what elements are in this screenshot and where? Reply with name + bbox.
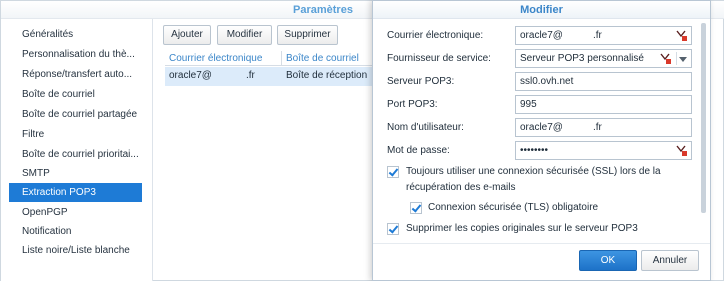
delete-button[interactable]: Supprimer bbox=[277, 25, 338, 45]
email-field-value: oracle7@ bbox=[520, 30, 563, 41]
checkmark-icon bbox=[388, 223, 399, 234]
sidebar-item-reponse-transfert[interactable]: Réponse/transfert auto... bbox=[9, 65, 142, 84]
provider-select-value: Serveur POP3 personnalisé bbox=[520, 53, 644, 64]
pop3-server-field[interactable]: ssl0.ovh.net bbox=[515, 72, 692, 91]
pop3-port-field[interactable]: 995 bbox=[515, 95, 692, 114]
edit-button[interactable]: Modifier bbox=[217, 25, 272, 45]
dialog-title: Modifier bbox=[520, 4, 563, 16]
edit-dialog: Modifier Courrier électronique: oracle7@… bbox=[372, 0, 711, 281]
row-email: oracle7@ .fr bbox=[169, 70, 255, 81]
row-mailbox: Boîte de réception bbox=[286, 70, 368, 81]
email-field-suffix: .fr bbox=[592, 30, 602, 41]
provider-label: Fournisseur de service: bbox=[387, 53, 491, 64]
pop3-port-value: 995 bbox=[520, 99, 537, 110]
delete-originals-checkbox[interactable] bbox=[387, 223, 399, 235]
password-field[interactable]: •••••••• bbox=[515, 141, 692, 160]
username-suffix: .fr bbox=[592, 122, 602, 133]
tls-label: Connexion sécurisée (TLS) obligatoire bbox=[428, 202, 599, 213]
email-field[interactable]: oracle7@ .fr bbox=[515, 26, 692, 45]
provider-select[interactable]: Serveur POP3 personnalisé bbox=[515, 49, 692, 68]
column-header-mailbox[interactable]: Boîte de courriel bbox=[286, 53, 359, 64]
dialog-titlebar: Modifier bbox=[373, 1, 710, 19]
table-row[interactable]: oracle7@ .fr Boîte de réception bbox=[165, 67, 380, 86]
server-label: Serveur POP3: bbox=[387, 76, 455, 87]
checkmark-icon bbox=[388, 166, 399, 177]
delete-originals-label: Supprimer les copies originales sur le s… bbox=[406, 223, 638, 234]
row-email-local: oracle7@ bbox=[169, 70, 212, 81]
settings-sidebar: Généralités Personnalisation du thè... R… bbox=[1, 19, 153, 281]
row-email-suffix: .fr bbox=[245, 70, 255, 81]
grid-header: Courrier électronique Boîte de courriel bbox=[165, 50, 380, 66]
cancel-button[interactable]: Annuler bbox=[641, 250, 699, 271]
dialog-footer-divider bbox=[373, 243, 710, 244]
settings-title: Paramètres bbox=[293, 4, 353, 16]
dialog-scrollbar[interactable] bbox=[701, 23, 706, 213]
checkmark-icon bbox=[411, 202, 422, 213]
pop3-server-value: ssl0.ovh.net bbox=[520, 76, 574, 87]
chevron-down-icon[interactable] bbox=[679, 57, 687, 62]
sidebar-item-boite-courriel[interactable]: Boîte de courriel bbox=[9, 85, 142, 104]
sidebar-item-filtre[interactable]: Filtre bbox=[9, 125, 142, 144]
username-value: oracle7@ bbox=[520, 122, 563, 133]
username-label: Nom d'utilisateur: bbox=[387, 122, 464, 133]
column-separator bbox=[281, 51, 282, 65]
sidebar-item-personnalisation[interactable]: Personnalisation du thè... bbox=[9, 45, 142, 64]
sidebar-item-generalites[interactable]: Généralités bbox=[9, 25, 142, 44]
sidebar-item-smtp[interactable]: SMTP bbox=[9, 164, 142, 183]
add-button[interactable]: Ajouter bbox=[163, 25, 211, 45]
password-label: Mot de passe: bbox=[387, 145, 450, 156]
ok-button[interactable]: OK bbox=[579, 250, 637, 271]
password-value: •••••••• bbox=[520, 145, 549, 156]
port-label: Port POP3: bbox=[387, 99, 438, 110]
tls-checkbox[interactable] bbox=[410, 202, 422, 214]
key-icon[interactable] bbox=[676, 30, 687, 41]
email-label: Courrier électronique: bbox=[387, 30, 484, 41]
sidebar-item-notification[interactable]: Notification bbox=[9, 222, 142, 241]
sidebar-item-extraction-pop3[interactable]: Extraction POP3 bbox=[9, 183, 142, 202]
sidebar-item-openpgp[interactable]: OpenPGP bbox=[9, 203, 142, 222]
ssl-label-line2: récupération des e-mails bbox=[406, 182, 516, 193]
key-icon bbox=[660, 53, 671, 64]
sidebar-item-liste-noire-blanche[interactable]: Liste noire/Liste blanche bbox=[9, 241, 142, 260]
ssl-checkbox[interactable] bbox=[387, 166, 399, 178]
sidebar-item-boite-partagee[interactable]: Boîte de courriel partagée bbox=[9, 105, 142, 124]
sidebar-item-boite-prioritaire[interactable]: Boîte de courriel prioritai... bbox=[9, 145, 142, 164]
key-icon[interactable] bbox=[676, 145, 687, 156]
username-field[interactable]: oracle7@ .fr bbox=[515, 118, 692, 137]
column-header-email[interactable]: Courrier électronique bbox=[169, 53, 262, 64]
